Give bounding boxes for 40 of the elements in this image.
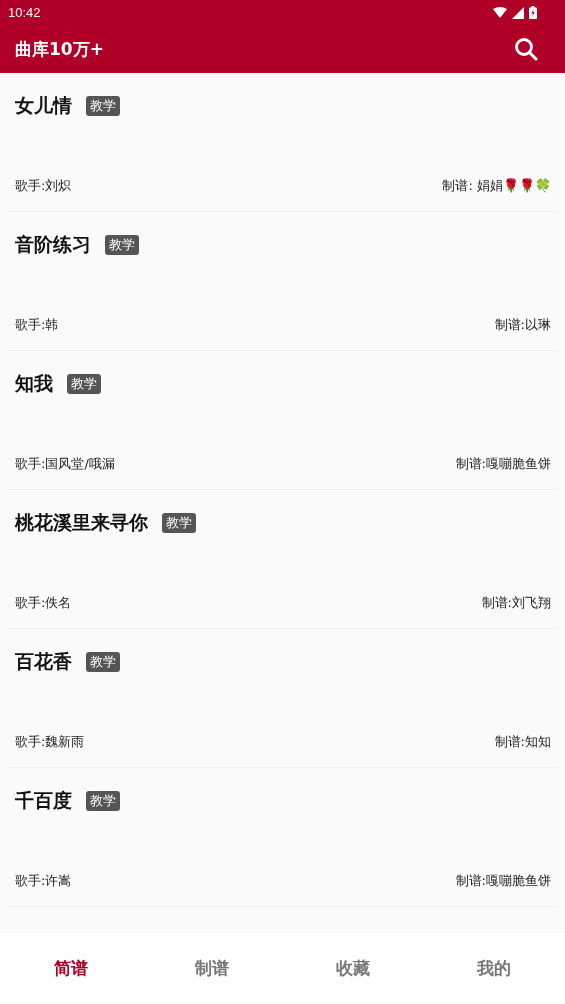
singer-label: 歌手:许嵩 [15,872,72,890]
search-icon[interactable] [514,37,538,61]
song-title: 千百度 [15,788,72,813]
singer-label: 歌手:魏新雨 [15,733,85,751]
singer-label: 歌手:韩 [15,316,59,334]
song-item[interactable]: 女儿情 教学 歌手:刘炽 制谱: 娟娟🌹🌹🍀 [8,73,557,212]
nav-tab[interactable]: 制谱 [141,933,283,1004]
song-item[interactable]: 知我 教学 歌手:国风堂/哦漏 制谱:嘎嘣脆鱼饼 [8,351,557,490]
song-title: 女儿情 [15,93,72,118]
song-tag: 教学 [86,96,120,116]
song-item[interactable]: 音阶练习 教学 歌手:韩 制谱:以琳 [8,212,557,351]
song-title: 百花香 [15,649,72,674]
nav-tab[interactable]: 我的 [423,933,565,1004]
singer-label: 歌手:佚名 [15,594,72,612]
arranger-label: 制谱:知知 [494,733,551,751]
song-item[interactable]: 百花香 教学 歌手:魏新雨 制谱:知知 [8,629,557,768]
wifi-icon [493,7,507,18]
arranger-label: 制谱:嘎嘣脆鱼饼 [455,872,551,890]
song-tag: 教学 [162,513,196,533]
status-time: 10:42 [8,5,41,20]
arranger-label: 制谱: 娟娟🌹🌹🍀 [442,177,551,195]
app-title: 曲库10万+ [15,37,104,61]
song-item[interactable]: 千百度 教学 歌手:许嵩 制谱:嘎嘣脆鱼饼 [8,768,557,907]
song-tag: 教学 [86,652,120,672]
arranger-label: 制谱:以琳 [494,316,551,334]
song-tag: 教学 [86,791,120,811]
arranger-label: 制谱:刘飞翔 [481,594,551,612]
song-tag: 教学 [67,374,101,394]
arranger-label: 制谱:嘎嘣脆鱼饼 [455,455,551,473]
song-title: 桃花溪里来寻你 [15,510,148,535]
nav-tab[interactable]: 收藏 [282,933,424,1004]
song-title: 音阶练习 [15,232,91,257]
nav-tab[interactable]: 简谱 [0,933,142,1004]
battery-icon [529,6,537,19]
song-tag: 教学 [105,235,139,255]
singer-label: 歌手:国风堂/哦漏 [15,455,115,473]
song-item[interactable]: 桃花溪里来寻你 教学 歌手:佚名 制谱:刘飞翔 [8,490,557,629]
song-title: 知我 [15,371,53,396]
singer-label: 歌手:刘炽 [15,177,72,195]
signal-icon [512,6,524,19]
